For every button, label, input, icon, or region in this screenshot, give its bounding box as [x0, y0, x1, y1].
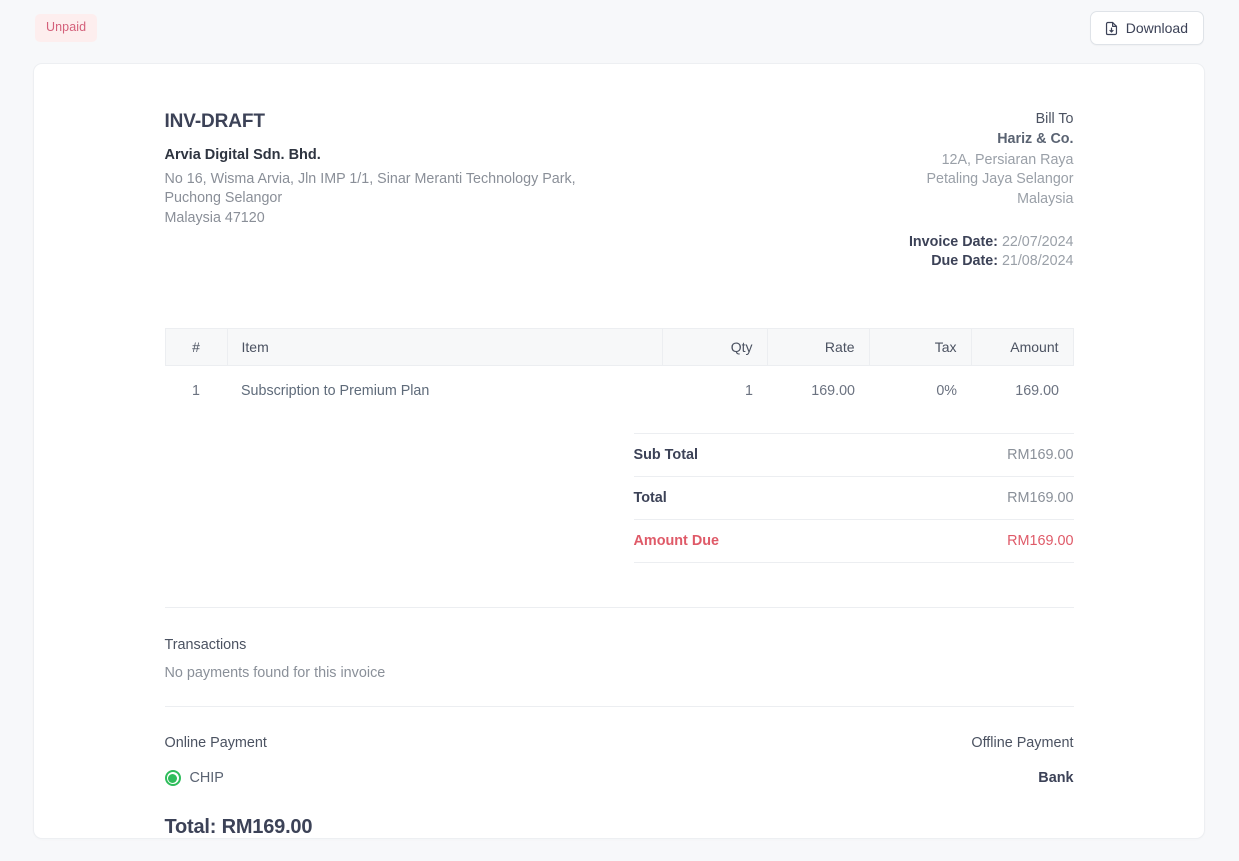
divider-above-transactions [164, 607, 1074, 609]
cell-tax: 0% [936, 383, 957, 400]
online-payment-label: Online Payment [164, 735, 267, 752]
online-payment-option-chip[interactable]: CHIP [164, 770, 224, 787]
cell-item: Subscription to Premium Plan [241, 383, 430, 400]
invoice-card: INV-DRAFT Arvia Digital Sdn. Bhd. No 16,… [33, 63, 1205, 839]
invoice-number: INV-DRAFT [164, 111, 266, 132]
amount-due-value: RM169.00 [1007, 533, 1074, 550]
radio-selected-icon[interactable] [164, 770, 181, 787]
bill-to-label: Bill To [1035, 111, 1074, 127]
bill-to-block: Bill To Hariz & Co. 12A, Persiaran Raya … [909, 111, 1074, 271]
column-header-qty: Qty [662, 328, 768, 367]
invoice-date-label: Invoice Date: [908, 233, 998, 250]
column-header-item: Item [227, 328, 663, 367]
buyer-name: Hariz & Co. [997, 131, 1074, 147]
file-download-icon [1104, 21, 1119, 36]
invoice-date-row: Invoice Date: 22/07/2024 [909, 233, 1074, 252]
buyer-address-line-2: Petaling Jaya Selangor [926, 171, 1074, 188]
buyer-address-line-1: 12A, Persiaran Raya [941, 152, 1074, 168]
invoice-dates: Invoice Date: 22/07/2024 Due Date: 21/08… [909, 233, 1074, 272]
divider-above-payment [164, 706, 1074, 708]
totals-section: Sub Total RM169.00 Total RM169.00 Amount… [633, 433, 1074, 564]
amount-due-label: Amount Due [633, 533, 720, 550]
table-body: 1 Subscription to Premium Plan 1 169.00 … [165, 366, 1073, 415]
payment-methods: CHIP Bank [164, 770, 1074, 787]
cell-rate: 169.00 [811, 383, 855, 400]
payment-headings: Online Payment Offline Payment [165, 735, 1074, 751]
due-date-value: 21/08/2024 [1001, 253, 1074, 270]
table-header: # Item Qty Rate Tax Amount [164, 328, 1074, 367]
offline-payment-method-name: Bank [1038, 770, 1074, 787]
invoice-date-value: 22/07/2024 [1001, 233, 1074, 250]
table-header-row: # Item Qty Rate Tax Amount [164, 328, 1074, 367]
due-date-row: Due Date: 21/08/2024 [909, 252, 1074, 271]
grand-total: Total: RM169.00 [164, 816, 313, 839]
invoice-header: INV-DRAFT Arvia Digital Sdn. Bhd. No 16,… [165, 111, 1074, 271]
download-button-label: Download [1125, 20, 1188, 36]
table-row: 1 Subscription to Premium Plan 1 169.00 … [165, 366, 1073, 415]
due-date-label: Due Date: [931, 253, 998, 270]
column-header-number: # [164, 328, 228, 367]
buyer-address-line-3: Malaysia [1017, 190, 1074, 207]
line-items-table: # Item Qty Rate Tax Amount 1 Subscriptio… [164, 328, 1074, 415]
seller-address-line-1: No 16, Wisma Arvia, Jln IMP 1/1, Sinar M… [164, 171, 576, 187]
seller-address: No 16, Wisma Arvia, Jln IMP 1/1, Sinar M… [165, 170, 576, 228]
seller-address-line-3: Malaysia 47120 [164, 209, 265, 226]
column-header-tax: Tax [869, 328, 972, 367]
online-payment-method-name: CHIP [189, 770, 224, 787]
invoice-page: Unpaid Download INV-DRAFT Arvia Digital … [0, 0, 1239, 861]
cell-number: 1 [192, 383, 200, 400]
cell-amount: 169.00 [1015, 383, 1059, 400]
seller-address-line-2: Puchong Selangor [164, 190, 283, 207]
column-header-amount: Amount [971, 328, 1074, 367]
total-row: Total RM169.00 [633, 476, 1074, 519]
transactions-section: Transactions No payments found for this … [165, 637, 1074, 681]
sub-total-row: Sub Total RM169.00 [633, 433, 1074, 476]
column-header-rate: Rate [767, 328, 870, 367]
top-bar: Unpaid Download [0, 0, 1239, 56]
buyer-address: 12A, Persiaran Raya Petaling Jaya Selang… [909, 151, 1074, 209]
transactions-empty-message: No payments found for this invoice [164, 665, 386, 682]
sub-total-label: Sub Total [633, 447, 698, 464]
seller-name: Arvia Digital Sdn. Bhd. [164, 147, 321, 163]
total-value: RM169.00 [1007, 490, 1074, 507]
download-button[interactable]: Download [1089, 11, 1204, 45]
total-label: Total [633, 490, 667, 507]
seller-block: INV-DRAFT Arvia Digital Sdn. Bhd. No 16,… [165, 111, 576, 228]
cell-qty: 1 [745, 383, 753, 400]
amount-due-row: Amount Due RM169.00 [633, 519, 1074, 564]
sub-total-value: RM169.00 [1007, 447, 1074, 464]
offline-payment-label: Offline Payment [971, 735, 1074, 752]
payment-section: Online Payment Offline Payment CHIP Bank… [164, 735, 1074, 861]
transactions-title: Transactions [164, 637, 247, 654]
status-badge: Unpaid [35, 14, 98, 42]
